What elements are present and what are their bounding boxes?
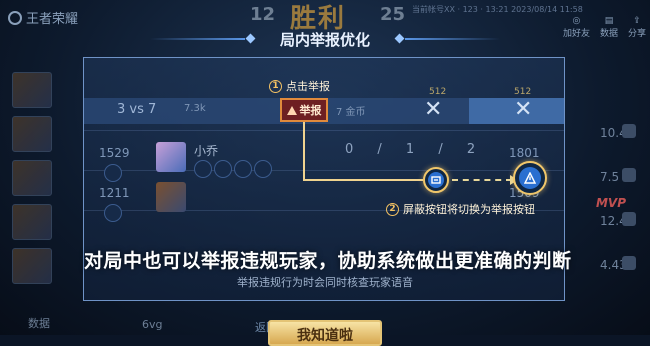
- block-button[interactable]: [423, 167, 449, 193]
- switch-arrow: [452, 179, 512, 181]
- equipment-slot: [214, 160, 232, 178]
- confirm-button[interactable]: 我知道啦: [268, 320, 382, 346]
- like-icon: [622, 168, 636, 182]
- tutorial-header: 局内举报优化: [150, 26, 500, 52]
- report-circle-button[interactable]: [513, 161, 547, 195]
- close-icon: ✕: [514, 97, 533, 122]
- player-avatar: [12, 248, 52, 284]
- like-icon: [622, 256, 636, 270]
- team-gold: 7.3k: [184, 103, 206, 114]
- guide-line: [303, 179, 423, 181]
- app-title: 王者荣耀: [26, 12, 79, 27]
- step-2-label: 2 屏蔽按钮将切换为举报按钮: [386, 201, 535, 217]
- equipment-slot: [234, 160, 252, 178]
- player-score: 1211: [99, 186, 130, 200]
- score-left: 12: [250, 4, 276, 25]
- share-icon[interactable]: ⇪ 分享: [628, 16, 646, 39]
- right-stat-row: 7.5: [588, 160, 650, 194]
- shield-icon: [104, 204, 122, 222]
- close-icon: ✕: [424, 97, 443, 122]
- player-score: 1529: [99, 146, 130, 160]
- tutorial-headline: 对局中也可以举报违规玩家，协助系统做出更准确的判断: [84, 250, 572, 272]
- right-stat-value: 7.5: [600, 170, 620, 184]
- right-stat-row: 4.43: [588, 248, 650, 282]
- right-stat-row: 10.4: [588, 116, 650, 150]
- hero-portrait: [156, 142, 186, 172]
- logo-icon: [8, 10, 22, 25]
- equipment-slot: [194, 160, 212, 178]
- tutorial-subline: 举报违规行为时会同时核查玩家语音: [237, 276, 413, 289]
- coin-count: 512: [514, 87, 532, 97]
- like-icon: [622, 212, 636, 226]
- report-label: 举报: [299, 104, 322, 117]
- step-number: 1: [269, 79, 282, 93]
- step-number: 2: [386, 202, 399, 216]
- bottom-data-tab: 数据: [28, 317, 50, 330]
- data-icon[interactable]: ▤ 数据: [600, 16, 618, 39]
- tutorial-panel: 512 512 3 vs 7 7.3k 7 金币 ✕ ✕ 1529 1211 1…: [83, 57, 572, 301]
- block-icon: [428, 172, 444, 188]
- player-avatar: [12, 204, 52, 240]
- step-1-label: 1 点击举报: [269, 78, 330, 94]
- tool-label: 分享: [627, 29, 646, 39]
- report-button[interactable]: 举报: [280, 98, 328, 122]
- app-logo: 王者荣耀: [8, 8, 78, 27]
- step-text: 点击举报: [286, 80, 330, 93]
- shield-icon: [104, 164, 122, 182]
- bottom-mid-label: 6vg: [142, 318, 163, 331]
- tool-icons: ◎ 加好友 ▤ 数据 ⇪ 分享: [563, 16, 646, 39]
- player-kda: 0 / 1 / 2: [345, 142, 486, 157]
- player-score: 1801: [509, 146, 540, 160]
- tool-label: 加好友: [562, 29, 590, 39]
- like-icon: [622, 124, 636, 138]
- player-name: 小乔: [194, 144, 219, 158]
- mvp-badge: MVP: [595, 196, 626, 210]
- equipment-slot: [254, 160, 272, 178]
- guide-line: [303, 122, 305, 180]
- coin-count: 512: [429, 87, 447, 97]
- warning-icon: [286, 105, 297, 115]
- step-text: 屏蔽按钮将切换为举报按钮: [403, 203, 535, 216]
- status-bar: 当前帐号XX · 123 · 13:21 2023/08/14 11:58: [412, 5, 583, 14]
- tool-label: 数据: [599, 29, 618, 39]
- team-gold: 7 金币: [336, 107, 366, 118]
- add-friend-icon[interactable]: ◎ 加好友: [563, 16, 590, 39]
- header-divider: [405, 38, 500, 40]
- kills-vs: 3 vs 7: [117, 102, 157, 117]
- hero-portrait: [156, 182, 186, 212]
- score-right: 25: [380, 4, 406, 25]
- warning-icon: [519, 167, 541, 189]
- player-avatar: [12, 116, 52, 152]
- player-avatar: [12, 72, 52, 108]
- player-avatar: [12, 160, 52, 196]
